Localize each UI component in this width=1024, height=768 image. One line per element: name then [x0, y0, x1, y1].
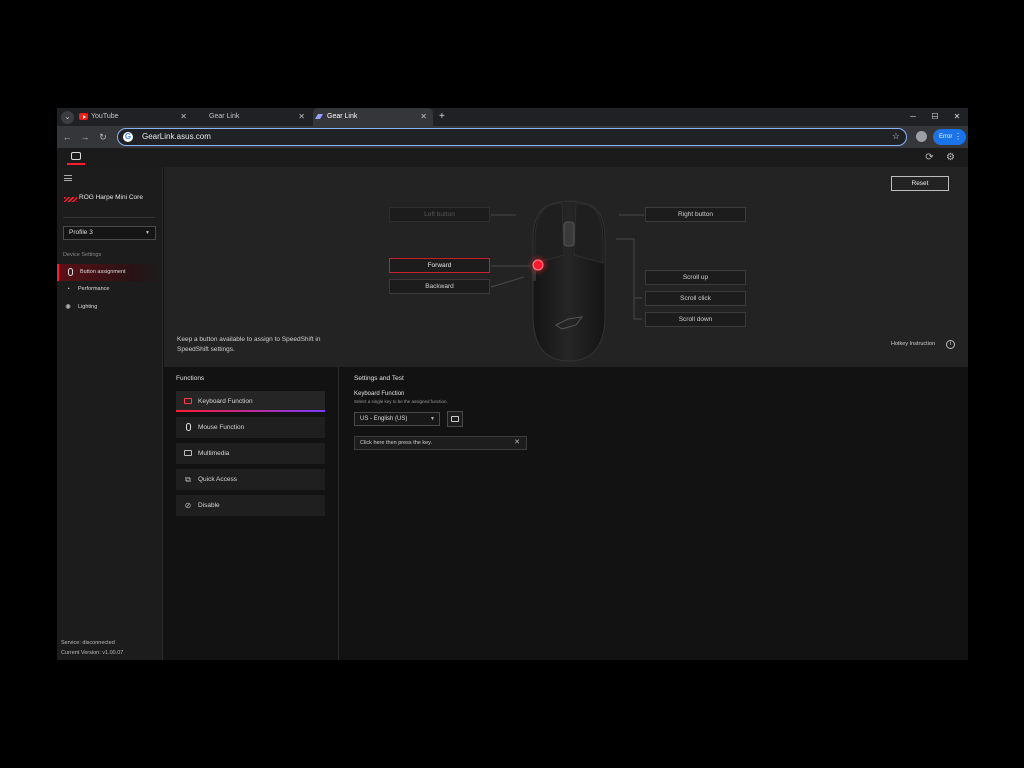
hotkey-instruction-link[interactable]: Hotkey Instruction: [891, 341, 935, 347]
address-bar[interactable]: G GearLink.asus.com ☆: [117, 128, 907, 146]
sidebar-item-button-assignment[interactable]: Button assignment: [57, 264, 162, 281]
error-button[interactable]: Error ⋮: [933, 129, 966, 145]
function-label: Keyboard Function: [198, 398, 253, 405]
keyboard-language-select[interactable]: US - English (US) ▼: [354, 412, 440, 426]
function-quick-access[interactable]: ⧉ Quick Access: [176, 469, 325, 490]
new-tab-button[interactable]: +: [439, 108, 445, 125]
kebab-menu-icon: ⋮: [954, 132, 962, 141]
settings-title: Settings and Test: [354, 375, 404, 382]
keyboard-icon: [451, 416, 459, 422]
close-window-icon[interactable]: ✕: [947, 108, 967, 125]
app-header: ⟳ ⚙: [57, 148, 968, 167]
sidebar-item-label: Performance: [78, 286, 110, 292]
bookmark-star-icon[interactable]: ☆: [892, 129, 900, 144]
disable-icon: ⊘: [184, 501, 192, 510]
function-label: Quick Access: [198, 476, 238, 483]
quick-access-icon: ⧉: [185, 475, 191, 484]
backward-mapping[interactable]: Backward: [389, 279, 490, 294]
speedshift-tip: Keep a button available to assign to Spe…: [177, 336, 321, 353]
functions-panel: Functions Keyboard Function Mouse Functi…: [164, 367, 339, 660]
key-capture-placeholder: Click here then press the key.: [360, 440, 433, 446]
tab-close-icon[interactable]: ✕: [420, 108, 427, 126]
settings-subtitle: Keyboard Function: [354, 391, 405, 397]
rog-logo-icon: [64, 197, 77, 202]
tab-search-menu-icon[interactable]: ⌄: [61, 111, 74, 124]
youtube-icon: [79, 113, 88, 120]
back-icon[interactable]: ←: [60, 130, 74, 144]
reload-icon[interactable]: ↻: [96, 130, 110, 144]
function-disable[interactable]: ⊘ Disable: [176, 495, 325, 516]
tab-gear-link-active[interactable]: Gear Link ✕: [313, 108, 433, 126]
key-capture-input[interactable]: Click here then press the key. ✕: [354, 436, 527, 450]
error-label: Error: [939, 134, 953, 140]
sidebar: ROG Harpe Mini Core Profile 3 ▼ Device S…: [57, 167, 163, 660]
divider: [63, 217, 155, 218]
functions-title: Functions: [176, 375, 205, 382]
tab-label: YouTube: [91, 113, 119, 120]
left-button-mapping[interactable]: Left button: [389, 207, 490, 222]
service-status: Service: disconnected: [61, 640, 115, 646]
mouse-icon: [183, 423, 193, 432]
right-button-mapping[interactable]: Right button: [645, 207, 746, 222]
forward-icon[interactable]: →: [78, 130, 92, 144]
google-icon: G: [123, 132, 133, 142]
keyboard-icon: [183, 397, 193, 406]
function-multimedia[interactable]: Multimedia: [176, 443, 325, 464]
profile-avatar-icon[interactable]: [916, 131, 927, 142]
function-keyboard[interactable]: Keyboard Function: [176, 391, 325, 412]
tab-close-icon[interactable]: ✕: [298, 108, 305, 126]
language-value: US - English (US): [360, 416, 408, 422]
sidebar-item-performance[interactable]: ◔ Performance: [57, 281, 162, 298]
settings-description: Select a single key to be the assigned f…: [354, 399, 448, 404]
browser-window: ⌄ YouTube ✕ Gear Link ✕ Gear Link ✕ + ─ …: [57, 108, 968, 660]
settings-gear-icon[interactable]: ⚙: [945, 152, 956, 163]
version-text: Current Version: v1.00.07: [61, 650, 124, 656]
hamburger-menu-icon[interactable]: [64, 175, 72, 181]
browser-toolbar: ← → ↻ G GearLink.asus.com ☆ Error ⋮: [57, 126, 968, 148]
clear-icon[interactable]: ✕: [514, 437, 520, 449]
forward-mapping[interactable]: Forward: [389, 258, 490, 273]
caret-down-icon: ▼: [145, 230, 150, 236]
settings-panel: Settings and Test Keyboard Function Sele…: [340, 367, 968, 660]
caret-down-icon: ▼: [430, 416, 435, 422]
function-label: Multimedia: [198, 450, 230, 457]
sidebar-item-label: Button assignment: [80, 269, 126, 275]
scroll-down-mapping[interactable]: Scroll down: [645, 312, 746, 327]
gauge-icon: ◔: [65, 286, 71, 293]
sidebar-item-label: Lighting: [78, 304, 98, 310]
mouse-icon: [66, 268, 74, 277]
function-label: Disable: [198, 502, 220, 509]
device-name: ROG Harpe Mini Core: [79, 194, 143, 201]
virtual-keyboard-button[interactable]: [447, 411, 463, 427]
forward-highlight-dot: [532, 259, 544, 271]
tab-gear-link[interactable]: Gear Link ✕: [195, 108, 311, 126]
scroll-up-mapping[interactable]: Scroll up: [645, 270, 746, 285]
tab-label: Gear Link: [209, 113, 240, 120]
reset-button[interactable]: Reset: [891, 176, 949, 191]
multimedia-icon: [183, 449, 193, 458]
tab-label: Gear Link: [327, 113, 358, 120]
gear-link-icon: [315, 114, 323, 119]
info-icon[interactable]: i: [946, 340, 955, 349]
minimize-button[interactable]: ─: [903, 108, 923, 125]
profile-select[interactable]: Profile 3 ▼: [63, 226, 156, 240]
gear-link-logo-icon[interactable]: [67, 150, 85, 165]
function-mouse[interactable]: Mouse Function: [176, 417, 325, 438]
profile-value: Profile 3: [69, 229, 93, 236]
button-mapping-panel: Reset Left button Forward Backward Right…: [164, 167, 968, 367]
section-title: Device Settings: [63, 252, 102, 258]
tab-strip: ⌄ YouTube ✕ Gear Link ✕ Gear Link ✕ + ─ …: [57, 108, 968, 126]
function-label: Mouse Function: [198, 424, 245, 431]
scroll-click-mapping[interactable]: Scroll click: [645, 291, 746, 306]
tab-close-icon[interactable]: ✕: [180, 108, 187, 126]
url-text: GearLink.asus.com: [142, 132, 211, 141]
tab-youtube[interactable]: YouTube ✕: [77, 108, 193, 126]
maximize-icon[interactable]: ☐: [925, 108, 945, 125]
sync-icon[interactable]: ⟳: [924, 152, 935, 163]
lighting-icon: ✺: [65, 304, 71, 311]
mouse-scroll-wheel: [563, 221, 575, 247]
sidebar-item-lighting[interactable]: ✺ Lighting: [57, 299, 162, 316]
